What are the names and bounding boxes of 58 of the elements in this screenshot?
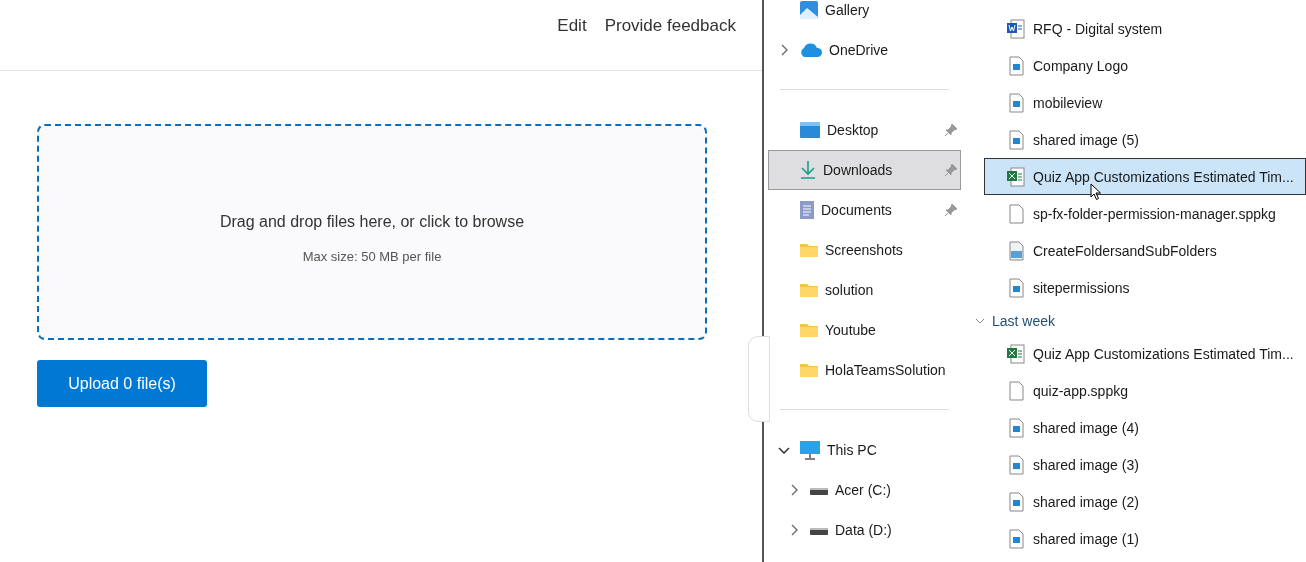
upload-button[interactable]: Upload 0 file(s) [37,360,207,407]
file-item[interactable]: sitepermissions [984,269,1306,306]
document-icon [799,200,815,220]
file-item[interactable]: Company Logo [984,47,1306,84]
nav-item[interactable]: Gallery [768,0,961,30]
file-item[interactable]: shared image (2) [984,483,1306,520]
blank-file-icon [1007,203,1025,224]
cloud-icon [799,42,823,58]
nav-item[interactable]: Acer (C:) [768,470,961,510]
file-item[interactable]: shared image (4) [984,409,1306,446]
image-file-icon [1007,92,1025,113]
file-item[interactable]: Quiz App Customizations Estimated Tim... [984,158,1306,195]
download-icon [799,160,817,180]
blank-file-icon [1007,380,1025,401]
folder-icon [799,322,819,338]
file-item[interactable]: shared image (3) [984,446,1306,483]
file-item[interactable]: shared image (5) [984,121,1306,158]
nav-item[interactable]: solution [768,270,961,310]
mouse-cursor-icon [1090,183,1102,201]
nav-item[interactable]: Downloads [768,150,961,190]
file-item[interactable]: mobileview [984,84,1306,121]
image-file-icon [1007,129,1025,150]
nav-item[interactable]: OneDrive [768,30,961,70]
spreadsheet-icon [1007,343,1025,364]
header-link[interactable]: Edit [557,16,587,36]
nav-item[interactable]: Documents [768,190,961,230]
computer-icon [799,440,821,460]
drop-zone[interactable]: Drag and drop files here, or click to browse Max size: 50 MB per file [37,124,707,340]
file-item[interactable]: sp-fx-folder-permission-manager.sppkg [984,195,1306,232]
application-file-icon [1007,240,1025,261]
spreadsheet-icon [1007,166,1025,187]
file-item[interactable]: quiz-app.sppkg [984,372,1306,409]
file-item[interactable]: CreateFoldersandSubFolders [984,232,1306,269]
nav-item[interactable]: Screenshots [768,230,961,270]
picture-icon [799,0,819,20]
folder-icon [799,242,819,258]
file-item[interactable]: RFQ - Digital system [984,10,1306,47]
max-size-hint: Max size: 50 MB per file [302,248,442,264]
word-document-icon [1007,18,1025,39]
file-item[interactable]: shared image (1) [984,520,1306,557]
image-file-icon [1007,55,1025,76]
folder-icon [799,362,819,378]
image-file-icon [1007,528,1025,549]
folder-icon [799,282,819,298]
image-file-icon [1007,417,1025,438]
drop-zone-title: Drag and drop files here, or click to browse [219,212,525,231]
image-file-icon [1007,277,1025,298]
desktop-icon [799,121,821,139]
nav-item[interactable]: HolaTeamsSolution [768,350,961,390]
nav-item[interactable]: Data (D:) [768,510,961,550]
image-file-icon [1007,491,1025,512]
image-file-icon [1007,454,1025,475]
nav-item[interactable]: Desktop [768,110,961,150]
nav-item[interactable]: Youtube [768,310,961,350]
nav-item[interactable]: This PC [768,430,961,470]
group-header[interactable]: Last week [967,306,1306,335]
header-link[interactable]: Provide feedback [604,16,736,36]
file-item[interactable]: Quiz App Customizations Estimated Tim... [984,335,1306,372]
